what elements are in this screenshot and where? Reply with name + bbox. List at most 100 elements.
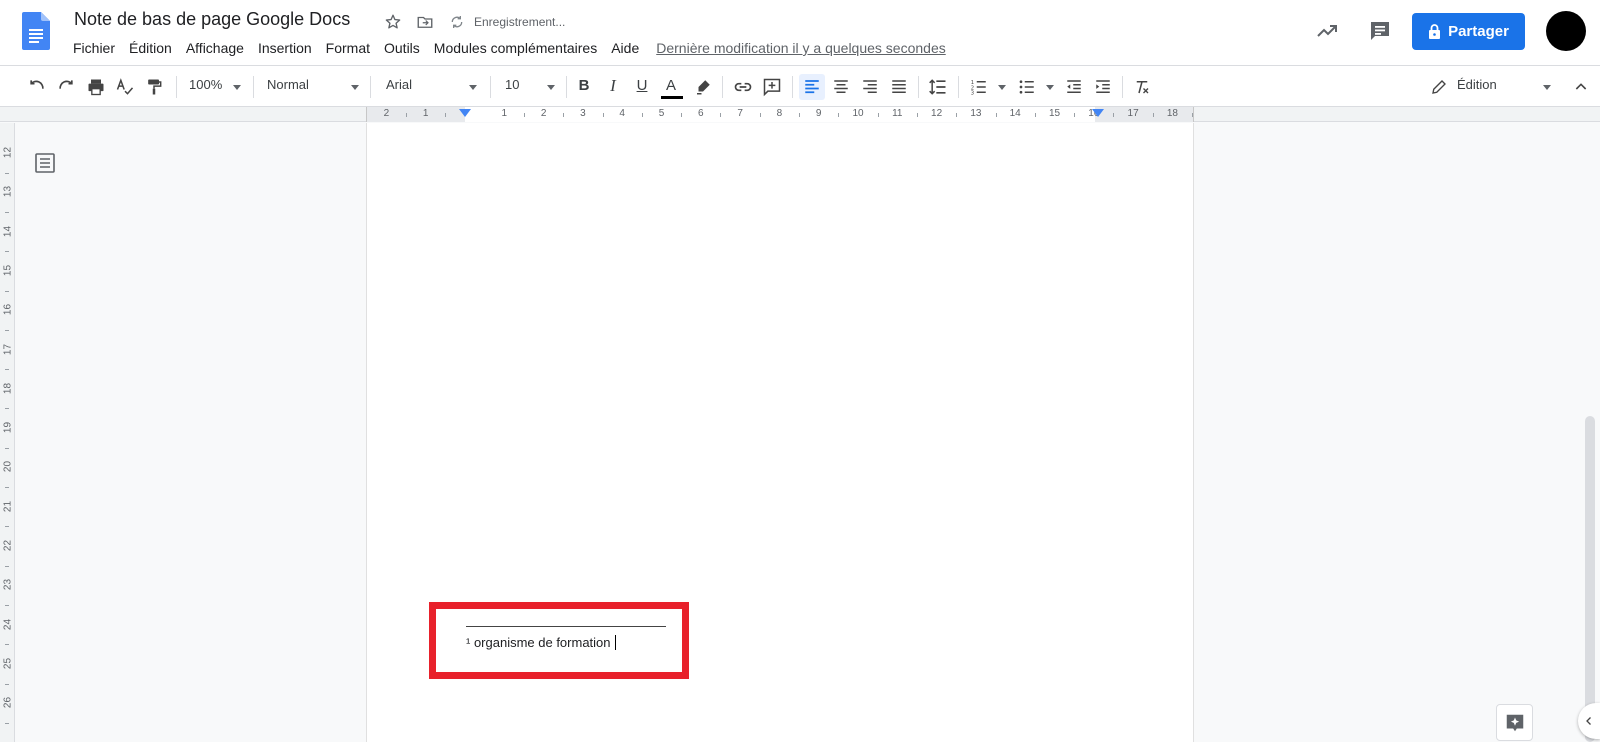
google-docs-icon[interactable] [22, 12, 50, 50]
ruler-number: 1 [501, 108, 508, 119]
folder-move-icon[interactable] [414, 11, 436, 33]
menu-format[interactable]: Format [319, 38, 377, 58]
text-color-swatch [661, 96, 683, 99]
style-caret-icon[interactable] [351, 85, 359, 90]
ruler-number: 2 [540, 108, 547, 119]
line-spacing-icon[interactable] [925, 74, 951, 100]
underline-button[interactable]: U [632, 77, 652, 95]
align-center-icon[interactable] [828, 74, 854, 100]
highlight-box [429, 602, 689, 679]
align-justify-icon[interactable] [886, 74, 912, 100]
menu-edition[interactable]: Édition [122, 38, 179, 58]
ruler-number: 19 [2, 422, 14, 434]
zoom-select[interactable]: 100% [189, 77, 222, 92]
ruler-tick [1152, 113, 1154, 117]
add-comment-icon[interactable] [759, 74, 785, 100]
ruler-number: 8 [776, 108, 783, 119]
bold-button[interactable]: B [574, 77, 594, 95]
menu-affichage[interactable]: Affichage [179, 38, 251, 58]
ruler-number: 13 [970, 108, 982, 119]
ruler-tick [5, 211, 9, 213]
ruler-number: 14 [1009, 108, 1021, 119]
menu-modules[interactable]: Modules complémentaires [427, 38, 604, 58]
font-size-select[interactable]: 10 [505, 77, 519, 92]
align-left-icon[interactable] [799, 74, 825, 100]
chevron-up-icon[interactable] [1568, 74, 1594, 100]
numbered-list-icon[interactable]: 123 [966, 74, 992, 100]
ruler-number: 3 [580, 108, 586, 119]
right-indent-marker[interactable] [1092, 109, 1104, 117]
italic-button[interactable]: I [603, 77, 623, 95]
ruler-tick [602, 113, 604, 117]
ruler-tick [445, 113, 447, 117]
font-select[interactable]: Arial [386, 77, 412, 92]
star-icon[interactable] [382, 11, 404, 33]
ruler-number: 14 [2, 225, 14, 237]
ruler-tick [5, 172, 9, 174]
menu-outils[interactable]: Outils [377, 38, 427, 58]
ruler-tick [406, 113, 408, 117]
ruler-number: 1 [422, 108, 429, 119]
ruler-tick [956, 113, 958, 117]
lock-icon [1429, 24, 1441, 39]
scrollbar[interactable] [1585, 416, 1595, 742]
document-outline-icon[interactable] [34, 152, 56, 174]
ruler-tick [5, 290, 9, 292]
share-button[interactable]: Partager [1412, 13, 1525, 50]
undo-icon[interactable] [24, 74, 50, 100]
align-right-icon[interactable] [857, 74, 883, 100]
menu-bar: Fichier Édition Affichage Insertion Form… [66, 38, 946, 58]
ruler-tick [523, 113, 525, 117]
explore-button[interactable] [1496, 704, 1533, 741]
decrease-indent-icon[interactable] [1061, 74, 1087, 100]
side-panel-toggle[interactable] [1578, 703, 1600, 739]
last-edit-link[interactable]: Dernière modification il y a quelques se… [656, 40, 946, 56]
horizontal-ruler[interactable]: 2 1 1 2 3 4 5 6 7 8 9 10 11 12 13 14 15 16 17 18 [366, 107, 1194, 122]
vertical-ruler[interactable]: 12 13 14 15 16 17 18 19 20 21 22 23 24 25 26 [0, 123, 15, 742]
trending-up-icon[interactable] [1314, 18, 1340, 44]
avatar[interactable] [1546, 11, 1586, 51]
size-caret-icon[interactable] [547, 85, 555, 90]
increase-indent-icon[interactable] [1090, 74, 1116, 100]
highlight-pen-icon[interactable] [690, 74, 716, 100]
ruler-number: 17 [1127, 108, 1139, 119]
title-actions: Enregistrement... [382, 11, 565, 33]
mode-select[interactable]: Édition [1457, 77, 1497, 92]
menu-fichier[interactable]: Fichier [66, 38, 122, 58]
numbered-list-caret-icon[interactable] [998, 85, 1006, 90]
left-indent-marker[interactable] [459, 109, 471, 117]
spellcheck-icon[interactable] [112, 74, 138, 100]
ruler-tick [5, 251, 9, 253]
paint-format-icon[interactable] [141, 74, 167, 100]
menu-insertion[interactable]: Insertion [251, 38, 319, 58]
ruler-tick [5, 447, 9, 449]
ruler-number: 25 [2, 657, 14, 669]
ruler-tick [5, 329, 9, 331]
bulleted-list-caret-icon[interactable] [1046, 85, 1054, 90]
link-icon[interactable] [730, 74, 756, 100]
ruler-number: 23 [2, 579, 14, 591]
bulleted-list-icon[interactable] [1014, 74, 1040, 100]
ruler-tick [5, 369, 9, 371]
zoom-caret-icon[interactable] [233, 85, 241, 90]
ruler-tick [995, 113, 997, 117]
clear-formatting-icon[interactable] [1129, 74, 1155, 100]
redo-icon[interactable] [53, 74, 79, 100]
style-select[interactable]: Normal [267, 77, 309, 92]
ruler-number: 7 [737, 108, 743, 119]
pencil-icon [1426, 74, 1452, 100]
mode-caret-icon[interactable] [1543, 85, 1551, 90]
svg-text:3: 3 [971, 91, 974, 97]
print-icon[interactable] [83, 74, 109, 100]
ruler-tick [1074, 113, 1076, 117]
ruler-number: 9 [815, 108, 822, 119]
comment-icon[interactable] [1367, 18, 1393, 44]
ruler-number: 17 [2, 343, 14, 355]
text-color-button[interactable]: A [661, 77, 681, 95]
ruler-number: 2 [383, 108, 390, 119]
document-title[interactable]: Note de bas de page Google Docs [74, 9, 350, 30]
ruler-tick [838, 113, 840, 117]
font-caret-icon[interactable] [469, 85, 477, 90]
menu-aide[interactable]: Aide [604, 38, 646, 58]
ruler-tick [5, 408, 9, 410]
